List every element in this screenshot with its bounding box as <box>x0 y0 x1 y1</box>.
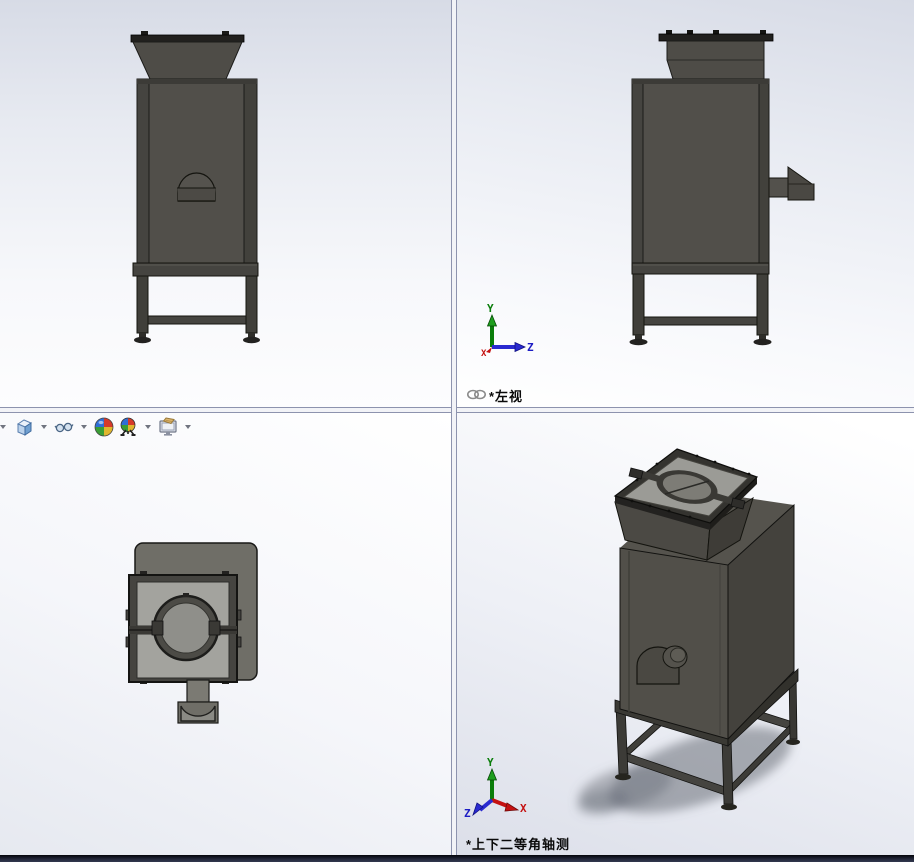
foot-pad <box>630 339 648 345</box>
axis-z-label: Z <box>464 808 471 819</box>
machine-body-side[interactable] <box>632 79 814 264</box>
chevron-down-icon[interactable] <box>145 425 151 429</box>
clamp-tab <box>629 468 643 479</box>
edit-appearance-button[interactable] <box>93 416 115 438</box>
outlet-top[interactable] <box>178 680 218 723</box>
axis-x-label: X <box>520 803 527 814</box>
hopper-rim-top[interactable] <box>126 571 241 684</box>
solidworks-quad-view: Y Z X Y X Z *左视 *上下二等角轴测 <box>0 0 914 862</box>
inlet-opening <box>161 603 211 653</box>
window-bottom-edge <box>0 855 914 862</box>
side-outlet-spout[interactable] <box>769 167 814 200</box>
ring-nub <box>183 593 189 597</box>
scene-sphere-icon <box>118 417 138 437</box>
view-settings-button[interactable] <box>157 416 179 438</box>
view-orientation-button[interactable] <box>13 416 35 438</box>
cube-icon <box>14 417 34 437</box>
monitor-brush-icon <box>157 417 179 437</box>
stand-side[interactable] <box>630 263 772 345</box>
top-view-drawing[interactable] <box>0 413 451 855</box>
hopper-front[interactable] <box>131 31 244 79</box>
chevron-down-icon[interactable] <box>0 425 6 429</box>
stand-front[interactable] <box>133 263 260 343</box>
machine-body-front[interactable] <box>137 79 257 265</box>
chevron-down-icon[interactable] <box>81 425 87 429</box>
foot-pad <box>243 337 260 343</box>
hinge-block <box>152 621 163 635</box>
axis-x-label: X <box>481 349 486 360</box>
foot-pad <box>615 774 631 780</box>
axis-z-label: Z <box>527 342 534 353</box>
orientation-triad: Y X Z <box>462 755 534 817</box>
foot-pad <box>754 339 772 345</box>
glasses-icon <box>54 419 74 435</box>
appearance-sphere-icon <box>94 417 114 437</box>
viewport-label-isometric-view: *上下二等角轴测 <box>466 834 570 853</box>
foot-pad <box>721 804 737 810</box>
hinge-block <box>209 621 220 635</box>
hopper-side[interactable] <box>659 30 773 79</box>
chevron-down-icon[interactable] <box>41 425 47 429</box>
axis-y-label: Y <box>487 303 494 314</box>
apply-scene-button[interactable] <box>117 416 139 438</box>
viewport-front[interactable] <box>0 0 451 407</box>
foot-pad <box>134 337 151 343</box>
front-view-drawing[interactable] <box>0 0 451 407</box>
chevron-down-icon[interactable] <box>185 425 191 429</box>
viewport-label-left-view: *左视 <box>489 386 523 405</box>
foot-pad <box>786 739 800 745</box>
linked-views-icon <box>466 388 487 401</box>
outlet-dome-iso[interactable] <box>637 646 687 684</box>
display-style-button[interactable] <box>53 416 75 438</box>
viewport-top[interactable] <box>0 413 451 855</box>
heads-up-view-toolbar <box>0 414 196 440</box>
axis-y-label: Y <box>487 757 494 768</box>
viewport-splitter-horizontal[interactable] <box>0 407 914 413</box>
orientation-triad: Y Z X <box>478 300 538 360</box>
viewport-splitter-vertical[interactable] <box>451 0 457 855</box>
